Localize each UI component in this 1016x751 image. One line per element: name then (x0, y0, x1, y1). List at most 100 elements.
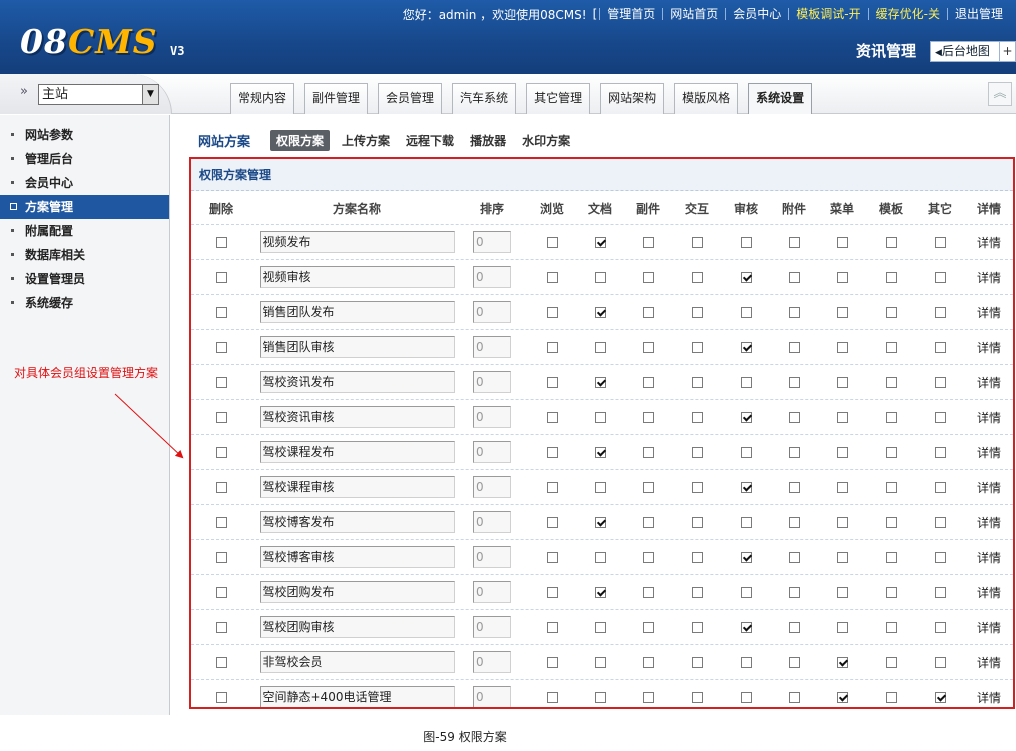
tab-system-settings[interactable]: 系统设置 (748, 83, 813, 114)
perm-checkbox-attachment[interactable] (788, 586, 800, 598)
delete-checkbox[interactable] (215, 446, 227, 458)
perm-checkbox-attachment[interactable] (788, 341, 800, 353)
perm-checkbox-template[interactable] (885, 621, 897, 633)
perm-checkbox-review[interactable] (740, 271, 752, 283)
perm-checkbox-attach-part[interactable] (642, 271, 654, 283)
perm-checkbox-menu[interactable] (836, 516, 848, 528)
detail-link[interactable]: 详情 (977, 514, 1001, 531)
perm-checkbox-interact[interactable] (691, 271, 703, 283)
perm-checkbox-menu[interactable] (836, 306, 848, 318)
perm-checkbox-doc[interactable] (594, 271, 606, 283)
perm-checkbox-review[interactable] (740, 621, 752, 633)
perm-checkbox-review[interactable] (740, 376, 752, 388)
perm-checkbox-browse[interactable] (546, 516, 558, 528)
perm-checkbox-attach-part[interactable] (642, 446, 654, 458)
perm-checkbox-menu[interactable] (836, 411, 848, 423)
detail-link[interactable]: 详情 (977, 374, 1001, 391)
perm-checkbox-other[interactable] (934, 376, 946, 388)
perm-checkbox-interact[interactable] (691, 341, 703, 353)
tab-regular-content[interactable]: 常规内容 (230, 83, 295, 114)
perm-checkbox-attachment[interactable] (788, 271, 800, 283)
perm-checkbox-doc[interactable] (594, 236, 606, 248)
perm-checkbox-interact[interactable] (691, 516, 703, 528)
perm-checkbox-interact[interactable] (691, 446, 703, 458)
delete-checkbox[interactable] (215, 271, 227, 283)
order-input[interactable]: 0 (473, 406, 511, 428)
chevron-down-icon[interactable]: ▼ (142, 85, 158, 104)
order-input[interactable]: 0 (473, 686, 511, 707)
tab-site-structure[interactable]: 网站架构 (600, 83, 665, 114)
tab-car-system[interactable]: 汽车系统 (452, 83, 517, 114)
perm-checkbox-review[interactable] (740, 516, 752, 528)
perm-checkbox-other[interactable] (934, 446, 946, 458)
subtab-upload-scheme[interactable]: 上传方案 (342, 132, 390, 149)
scheme-name-input[interactable]: 非驾校会员 (259, 651, 455, 673)
perm-checkbox-doc[interactable] (594, 306, 606, 318)
detail-link[interactable]: 详情 (977, 269, 1001, 286)
scheme-name-input[interactable]: 驾校团购审核 (259, 616, 455, 638)
perm-checkbox-attachment[interactable] (788, 656, 800, 668)
perm-checkbox-template[interactable] (885, 341, 897, 353)
order-input[interactable]: 0 (473, 546, 511, 568)
perm-checkbox-review[interactable] (740, 446, 752, 458)
logo[interactable]: 08CMS (20, 22, 158, 61)
double-chevron-icon[interactable]: » (20, 84, 28, 99)
perm-checkbox-doc[interactable] (594, 691, 606, 703)
order-input[interactable]: 0 (473, 511, 511, 533)
sidebar-item-scheme-management[interactable]: 方案管理 (0, 195, 169, 219)
perm-checkbox-attachment[interactable] (788, 551, 800, 563)
order-input[interactable]: 0 (473, 336, 511, 358)
link-logout[interactable]: 退出管理 (946, 8, 1010, 20)
perm-checkbox-template[interactable] (885, 236, 897, 248)
scheme-name-input[interactable]: 视频发布 (259, 231, 455, 253)
detail-link[interactable]: 详情 (977, 339, 1001, 356)
perm-checkbox-template[interactable] (885, 656, 897, 668)
perm-checkbox-doc[interactable] (594, 341, 606, 353)
perm-checkbox-interact[interactable] (691, 621, 703, 633)
perm-checkbox-menu[interactable] (836, 691, 848, 703)
sidebar-item-extra-config[interactable]: 附属配置 (0, 219, 169, 243)
order-input[interactable]: 0 (473, 581, 511, 603)
perm-checkbox-doc[interactable] (594, 551, 606, 563)
perm-checkbox-attach-part[interactable] (642, 656, 654, 668)
perm-checkbox-template[interactable] (885, 446, 897, 458)
perm-checkbox-doc[interactable] (594, 656, 606, 668)
perm-checkbox-review[interactable] (740, 306, 752, 318)
perm-checkbox-menu[interactable] (836, 481, 848, 493)
perm-checkbox-other[interactable] (934, 481, 946, 493)
perm-checkbox-other[interactable] (934, 621, 946, 633)
perm-checkbox-browse[interactable] (546, 306, 558, 318)
perm-checkbox-menu[interactable] (836, 341, 848, 353)
detail-link[interactable]: 详情 (977, 619, 1001, 636)
perm-checkbox-other[interactable] (934, 341, 946, 353)
delete-checkbox[interactable] (215, 376, 227, 388)
detail-link[interactable]: 详情 (977, 234, 1001, 251)
perm-checkbox-attach-part[interactable] (642, 341, 654, 353)
perm-checkbox-doc[interactable] (594, 411, 606, 423)
perm-checkbox-template[interactable] (885, 271, 897, 283)
perm-checkbox-interact[interactable] (691, 691, 703, 703)
perm-checkbox-interact[interactable] (691, 236, 703, 248)
subtab-watermark[interactable]: 水印方案 (522, 132, 570, 149)
perm-checkbox-attach-part[interactable] (642, 551, 654, 563)
sidebar-item-set-admin[interactable]: 设置管理员 (0, 267, 169, 291)
perm-checkbox-other[interactable] (934, 411, 946, 423)
perm-checkbox-review[interactable] (740, 551, 752, 563)
order-input[interactable]: 0 (473, 476, 511, 498)
perm-checkbox-interact[interactable] (691, 586, 703, 598)
link-admin-home[interactable]: 管理首页 (599, 8, 662, 20)
scheme-name-input[interactable]: 销售团队审核 (259, 336, 455, 358)
perm-checkbox-attach-part[interactable] (642, 621, 654, 633)
perm-checkbox-doc[interactable] (594, 586, 606, 598)
perm-checkbox-review[interactable] (740, 411, 752, 423)
subtab-permission-scheme[interactable]: 权限方案 (270, 129, 331, 151)
perm-checkbox-attach-part[interactable] (642, 376, 654, 388)
order-input[interactable]: 0 (473, 441, 511, 463)
perm-checkbox-menu[interactable] (836, 271, 848, 283)
perm-checkbox-interact[interactable] (691, 376, 703, 388)
perm-checkbox-interact[interactable] (691, 411, 703, 423)
perm-checkbox-other[interactable] (934, 236, 946, 248)
detail-link[interactable]: 详情 (977, 444, 1001, 461)
perm-checkbox-attachment[interactable] (788, 236, 800, 248)
perm-checkbox-template[interactable] (885, 586, 897, 598)
